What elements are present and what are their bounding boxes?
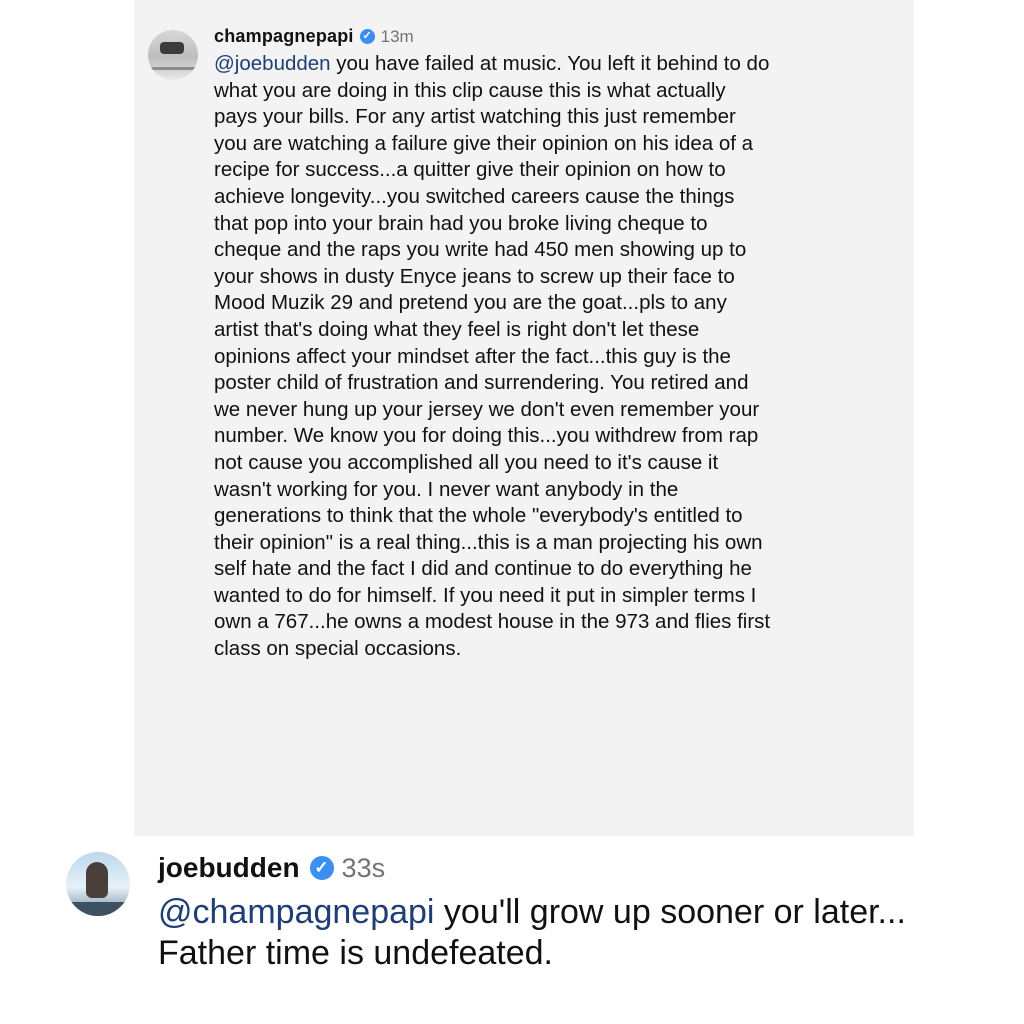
timestamp: 13m bbox=[380, 26, 414, 46]
comment-joebudden: joebudden ✓ 33s @champagnepapi you'll gr… bbox=[66, 852, 1006, 974]
comment-body: joebudden ✓ 33s @champagnepapi you'll gr… bbox=[158, 852, 1006, 974]
avatar[interactable] bbox=[66, 852, 130, 916]
comment-text: @champagnepapi you'll grow up sooner or … bbox=[158, 892, 1006, 974]
verified-badge-icon: ✓ bbox=[359, 29, 375, 44]
avatar[interactable] bbox=[148, 30, 198, 80]
comment-body: champagnepapi ✓ 13m @joebudden you have … bbox=[214, 26, 774, 663]
comment-header: joebudden ✓ 33s bbox=[158, 852, 1006, 884]
username[interactable]: champagnepapi bbox=[214, 26, 354, 47]
comment-champagnepapi: champagnepapi ✓ 13m @joebudden you have … bbox=[148, 26, 908, 663]
comment-text: @joebudden you have failed at music. You… bbox=[214, 51, 774, 663]
comment-header: champagnepapi ✓ 13m bbox=[214, 26, 774, 47]
verified-badge-icon: ✓ bbox=[309, 856, 334, 880]
username[interactable]: joebudden bbox=[158, 852, 300, 884]
comment-text-body: you have failed at music. You left it be… bbox=[214, 52, 776, 661]
timestamp: 33s bbox=[341, 852, 386, 883]
mention-link[interactable]: @champagnepapi bbox=[158, 893, 434, 931]
mention-link[interactable]: @joebudden bbox=[214, 52, 331, 75]
